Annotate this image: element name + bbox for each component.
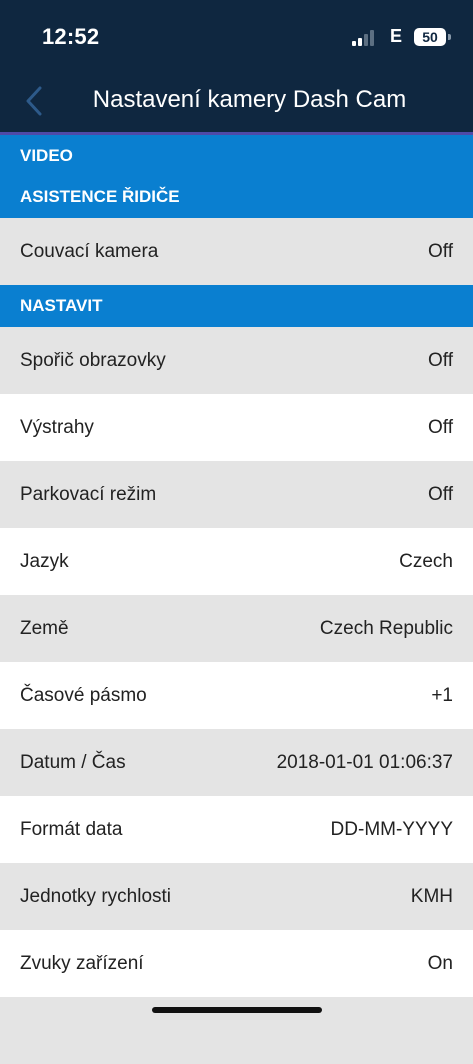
row-value: Off (428, 483, 453, 505)
row-label: Datum / Čas (20, 751, 126, 773)
settings-row-language[interactable]: Jazyk Czech (0, 528, 473, 595)
row-value: Off (428, 349, 453, 371)
settings-row-parking-mode[interactable]: Parkovací režim Off (0, 461, 473, 528)
status-bar: 12:52 E 50 (0, 0, 473, 70)
row-label: Couvací kamera (20, 240, 159, 262)
section-header-driver-assist[interactable]: ASISTENCE ŘIDIČE (0, 176, 473, 218)
row-value: Czech Republic (319, 617, 453, 639)
section-header-setup[interactable]: NASTAVIT (0, 285, 473, 327)
navigation-bar: Nastavení kamery Dash Cam (0, 70, 473, 132)
row-value: KMH (410, 885, 453, 907)
row-label: Jednotky rychlosti (20, 885, 172, 907)
row-value: Off (428, 240, 453, 262)
settings-row-speed-units[interactable]: Jednotky rychlosti KMH (0, 863, 473, 930)
row-label: Časové pásmo (20, 684, 147, 706)
settings-row-alerts[interactable]: Výstrahy Off (0, 394, 473, 461)
row-label: Výstrahy (20, 416, 94, 438)
row-value: +1 (431, 684, 453, 706)
settings-row-country[interactable]: Země Czech Republic (0, 595, 473, 662)
section-header-video[interactable]: VIDEO (0, 135, 473, 176)
battery-cap (448, 34, 451, 40)
page-title: Nastavení kamery Dash Cam (92, 86, 407, 113)
settings-row-device-sounds[interactable]: Zvuky zařízení On (0, 930, 473, 997)
row-label: Formát data (20, 818, 123, 840)
row-label: Zvuky zařízení (20, 952, 144, 974)
row-label: Země (20, 617, 69, 639)
row-value: 2018-01-01 01:06:37 (276, 751, 453, 773)
settings-row-screensaver[interactable]: Spořič obrazovky Off (0, 327, 473, 394)
row-label: Jazyk (20, 550, 69, 572)
network-type: E (390, 26, 403, 46)
settings-row-date-time[interactable]: Datum / Čas 2018-01-01 01:06:37 (0, 729, 473, 796)
battery-icon: 50 (414, 28, 446, 46)
settings-row-reverse-camera[interactable]: Couvací kamera Off (0, 218, 473, 285)
settings-list: VIDEO ASISTENCE ŘIDIČE Couvací kamera Of… (0, 135, 473, 1064)
row-value: DD-MM-YYYY (330, 818, 453, 840)
status-time: 12:52 (42, 24, 100, 49)
signal-icon (352, 30, 374, 46)
row-label: Parkovací režim (20, 483, 157, 505)
settings-row-date-format[interactable]: Formát data DD-MM-YYYY (0, 796, 473, 863)
row-value: Czech (399, 550, 453, 572)
row-value: Off (428, 416, 453, 438)
home-indicator[interactable] (152, 1007, 322, 1013)
row-value: On (427, 952, 453, 974)
row-label: Spořič obrazovky (20, 349, 166, 371)
settings-row-timezone[interactable]: Časové pásmo +1 (0, 662, 473, 729)
